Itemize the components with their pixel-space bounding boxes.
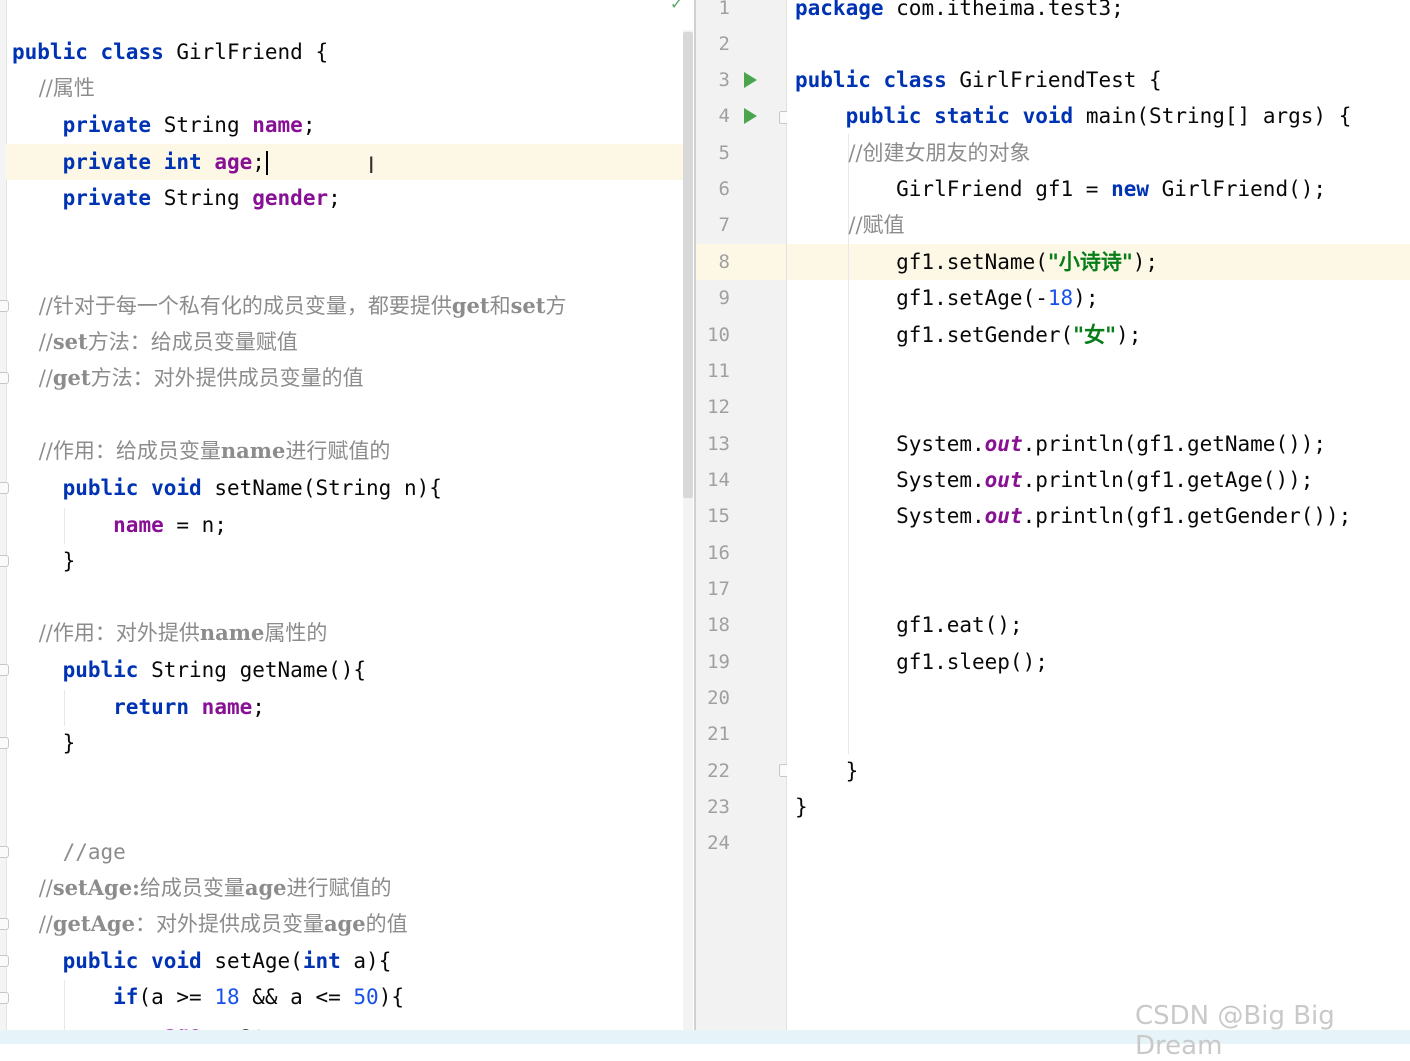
line-number: 24 [707,832,730,854]
code-line[interactable]: package com.itheima.test3; [795,0,1124,26]
code-line[interactable]: //赋值 [795,207,904,243]
code-line[interactable]: //getAge：对外提供成员变量age的值 [12,906,408,942]
code-line[interactable]: private int age; [12,144,268,180]
code-line[interactable]: public class GirlFriend { [12,34,328,70]
text-caret [265,151,268,175]
line-number: 11 [707,360,730,382]
code-line[interactable]: private String gender; [12,180,341,216]
line-number: 22 [707,760,730,782]
line-number: 21 [707,723,730,745]
code-line[interactable]: //setAge:给成员变量age进行赋值的 [12,870,392,906]
code-line[interactable]: gf1.setGender("女"); [795,317,1141,353]
fold-icon[interactable] [0,555,9,567]
line-number: 15 [707,505,730,527]
code-line[interactable]: public static void main(String[] args) { [795,98,1352,134]
fold-icon[interactable] [0,737,9,749]
right-editor-code-area[interactable]: package com.itheima.test3; public class … [787,0,1410,1044]
fold-icon[interactable] [0,992,9,1004]
run-gutter-icon[interactable] [744,108,757,124]
code-line[interactable]: if(a >= 18 && a <= 50){ [12,979,404,1015]
code-line[interactable]: //get方法：对外提供成员变量的值 [12,360,364,396]
line-number: 14 [707,469,730,491]
line-number: 16 [707,542,730,564]
code-line[interactable]: public String getName(){ [12,652,366,688]
inspection-ok-icon[interactable]: ✓ [670,0,683,13]
line-number: 19 [707,651,730,673]
code-line[interactable]: return name; [12,689,265,725]
code-line[interactable]: //创建女朋友的对象 [795,135,1030,171]
run-gutter-icon[interactable] [744,72,757,88]
code-line[interactable]: } [795,789,808,825]
line-number: 1 [718,0,730,19]
code-line[interactable]: public class GirlFriendTest { [795,62,1162,98]
line-number: 18 [707,614,730,636]
line-number: 5 [718,142,730,164]
line-number: 9 [718,287,730,309]
code-line[interactable]: name = n; [12,507,227,543]
code-line[interactable]: } [795,753,859,789]
code-line[interactable]: System.out.println(gf1.getAge()); [795,462,1313,498]
code-line[interactable]: //针对于每一个私有化的成员变量，都要提供get和set方 [12,288,567,324]
line-number: 23 [707,796,730,818]
code-line[interactable]: } [12,543,76,579]
code-line[interactable]: System.out.println(gf1.getGender()); [795,498,1351,534]
code-line[interactable]: public void setName(String n){ [12,470,442,506]
code-line[interactable]: gf1.sleep(); [795,644,1048,680]
fold-icon[interactable] [0,482,9,494]
fold-icon[interactable] [0,300,9,312]
code-line[interactable]: GirlFriend gf1 = new GirlFriend(); [795,171,1326,207]
line-number: 20 [707,687,730,709]
fold-icon[interactable] [0,955,9,967]
watermark: CSDN @Big Big Dream [1135,1001,1335,1061]
line-number: 8 [718,251,730,273]
code-line[interactable]: gf1.eat(); [795,607,1022,643]
code-line[interactable]: //作用：给成员变量name进行赋值的 [12,433,391,469]
line-number: 17 [707,578,730,600]
fold-icon[interactable] [0,372,9,384]
right-editor-gutter: 1 2 3 4 5 6 7 8 9 10 11 12 13 14 15 16 1… [696,0,792,1044]
left-editor-pane[interactable]: public class GirlFriend { //属性 private S… [0,0,694,1044]
line-number: 6 [718,178,730,200]
code-line[interactable]: //set方法：给成员变量赋值 [12,324,298,360]
code-line[interactable]: //作用：对外提供name属性的 [12,615,328,651]
line-number: 10 [707,324,730,346]
code-line[interactable]: public void setAge(int a){ [12,943,392,979]
line-number: 4 [718,105,730,127]
text-cursor-icon: I [368,154,375,179]
code-line[interactable]: } [12,725,76,761]
line-number: 12 [707,396,730,418]
line-number: 2 [718,33,730,55]
code-line[interactable]: System.out.println(gf1.getName()); [795,426,1326,462]
code-line[interactable]: //age [12,834,126,870]
fold-icon[interactable] [0,918,9,930]
line-number: 7 [718,214,730,236]
line-number: 3 [718,69,730,91]
line-number: 13 [707,433,730,455]
code-line[interactable]: private String name; [12,107,316,143]
left-scrollbar-thumb[interactable] [683,32,693,498]
code-line[interactable]: gf1.setAge(-18); [795,280,1098,316]
code-line[interactable]: //属性 [12,70,95,106]
fold-icon[interactable] [0,846,9,858]
fold-icon[interactable] [0,664,9,676]
code-line[interactable]: gf1.setName("小诗诗"); [795,244,1158,280]
